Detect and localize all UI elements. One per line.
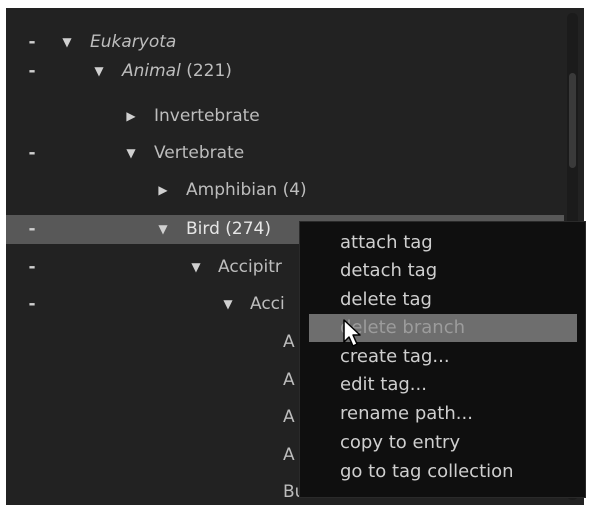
- tree-row-label: Vertebrate: [154, 143, 245, 163]
- expanded-triangle-icon[interactable]: ▼: [221, 290, 235, 319]
- tree-row-label: Invertebrate: [154, 106, 260, 126]
- tree-row-label: A: [283, 445, 295, 465]
- expanded-triangle-icon[interactable]: ▼: [60, 28, 74, 57]
- tree-row-label: Amphibian: [186, 180, 278, 200]
- menu-item-rename-path[interactable]: rename path...: [300, 400, 585, 428]
- tree-row-label: Accipitr: [218, 257, 282, 277]
- expanded-triangle-icon[interactable]: ▼: [156, 215, 170, 244]
- tree-row-label: Eukaryota: [90, 32, 177, 52]
- tag-context-menu: attach tag detach tag delete tag delete …: [299, 221, 586, 498]
- tree-row-label: Bird: [186, 219, 220, 239]
- tree-row-label: A: [283, 407, 295, 427]
- tree-row-animal[interactable]: - ▼ Animal (221): [6, 57, 564, 86]
- tree-row-vertebrate[interactable]: - ▼ Vertebrate: [6, 139, 564, 168]
- scrollbar-thumb[interactable]: [569, 73, 576, 168]
- tree-row-label: A: [283, 332, 295, 352]
- menu-item-go-to-tag-collection[interactable]: go to tag collection: [300, 458, 585, 486]
- expanded-triangle-icon[interactable]: ▼: [92, 57, 106, 86]
- menu-item-delete-tag[interactable]: delete tag: [300, 286, 585, 314]
- collapse-dash-icon[interactable]: -: [27, 57, 37, 86]
- collapse-dash-icon[interactable]: -: [27, 28, 37, 57]
- menu-item-attach-tag[interactable]: attach tag: [300, 229, 585, 257]
- collapse-dash-icon[interactable]: -: [27, 290, 37, 319]
- collapsed-triangle-icon[interactable]: ▶: [124, 102, 138, 131]
- tree-row-count: (221): [180, 61, 232, 81]
- menu-item-edit-tag[interactable]: edit tag...: [300, 371, 585, 399]
- tree-row-count: (274): [219, 219, 271, 239]
- collapsed-triangle-icon[interactable]: ▶: [156, 176, 170, 205]
- menu-item-copy-to-entry[interactable]: copy to entry: [300, 429, 585, 457]
- expanded-triangle-icon[interactable]: ▼: [189, 253, 203, 282]
- collapse-dash-icon[interactable]: -: [27, 139, 37, 168]
- tree-row-amphibian[interactable]: ▶ Amphibian (4): [6, 176, 564, 205]
- collapse-dash-icon[interactable]: -: [27, 215, 37, 244]
- tree-row-count: (4): [277, 180, 307, 200]
- mouse-pointer-icon: [343, 319, 361, 347]
- tree-row-eukaryota[interactable]: - ▼ Eukaryota: [6, 28, 564, 57]
- tree-row-label: Acci: [250, 294, 285, 314]
- tree-row-label: Animal: [122, 61, 181, 81]
- collapse-dash-icon[interactable]: -: [27, 253, 37, 282]
- menu-item-detach-tag[interactable]: detach tag: [300, 257, 585, 285]
- expanded-triangle-icon[interactable]: ▼: [124, 139, 138, 168]
- tree-row-invertebrate[interactable]: ▶ Invertebrate: [6, 102, 564, 131]
- tree-row-label: A: [283, 370, 295, 390]
